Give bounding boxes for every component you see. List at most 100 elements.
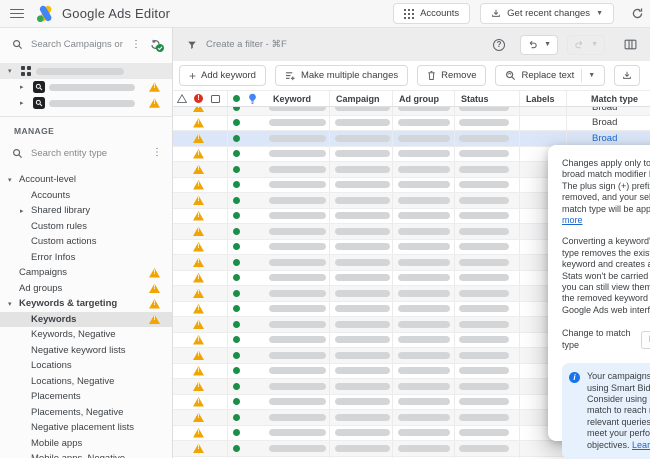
entity-type-search[interactable]: Search entity type ⋮ — [0, 138, 172, 168]
redacted-adgroup — [398, 336, 450, 343]
sidebar-nav-item[interactable]: Locations, Negative — [0, 374, 172, 390]
export-button[interactable] — [614, 65, 640, 86]
redacted-campaign — [335, 197, 390, 204]
match-type-cell: Broad — [592, 117, 617, 128]
get-recent-changes-button[interactable]: Get recent changes ▼ — [480, 3, 614, 24]
sidebar-nav-item[interactable]: ▾ Account-level — [0, 172, 172, 188]
warnings-column-icon[interactable] — [173, 94, 190, 103]
sidebar-nav-item[interactable]: Accounts — [0, 188, 172, 204]
make-multiple-changes-button[interactable]: Make multiple changes — [275, 65, 408, 86]
sidebar-nav-item[interactable]: Placements — [0, 389, 172, 405]
enabled-status-icon — [233, 150, 240, 157]
table-row[interactable]: Broad — [173, 116, 650, 132]
replace-search-icon — [505, 70, 516, 81]
accounts-button[interactable]: Accounts — [393, 3, 470, 24]
columns-icon[interactable] — [618, 35, 642, 55]
redacted-campaign — [335, 107, 390, 111]
redacted-status — [459, 119, 509, 126]
nav-item-label: Mobile apps — [31, 438, 82, 449]
sidebar-nav-item[interactable]: ▸ Shared library — [0, 203, 172, 219]
replace-text-button[interactable]: Replace text ▼ — [495, 65, 605, 86]
enabled-status-icon — [233, 290, 240, 297]
errors-column-icon[interactable]: ! — [190, 94, 207, 103]
account-item[interactable]: ▸ — [0, 79, 172, 95]
column-header-adgroup[interactable]: Ad group — [393, 94, 439, 104]
warning-icon — [193, 351, 204, 361]
table-row[interactable]: Broad — [173, 107, 650, 116]
sidebar-nav-item[interactable]: Custom actions — [0, 234, 172, 250]
add-keyword-button[interactable]: + Add keyword — [179, 65, 266, 86]
sidebar-nav-item[interactable]: Error Infos — [0, 250, 172, 266]
search-icon — [12, 148, 23, 159]
enabled-status-icon — [233, 321, 240, 328]
sidebar-nav-item[interactable]: Ad groups — [0, 281, 172, 297]
match-type-cell: Broad — [592, 107, 617, 113]
warning-icon — [193, 107, 204, 112]
warning-icon — [193, 289, 204, 299]
column-header-campaign[interactable]: Campaign — [330, 94, 380, 104]
redacted-campaign — [335, 445, 390, 452]
warning-icon — [193, 273, 204, 283]
manage-section-label: MANAGE — [14, 126, 172, 136]
dialog-paragraph-1: Changes apply only to selected broad mat… — [562, 158, 650, 214]
redacted-status — [459, 181, 509, 188]
redacted-adgroup — [398, 290, 450, 297]
redacted-keyword — [269, 429, 326, 436]
sidebar-nav-item[interactable]: Locations — [0, 358, 172, 374]
redacted-campaign — [335, 367, 390, 374]
comments-column-icon[interactable] — [207, 95, 224, 103]
warning-icon — [149, 299, 160, 309]
grid-icon — [404, 9, 414, 19]
redacted-status — [459, 228, 509, 235]
column-header-keyword[interactable]: Keyword — [265, 94, 311, 104]
nav-item-label: Custom actions — [31, 236, 96, 247]
remove-button[interactable]: Remove — [417, 65, 486, 86]
account-root-item[interactable]: ▾ — [0, 63, 172, 79]
sidebar-nav-item[interactable]: Mobile apps, Negative — [0, 451, 172, 458]
chevron-down-icon: ▼ — [544, 41, 551, 48]
caret-right-icon: ▸ — [20, 99, 29, 107]
more-options-icon[interactable]: ⋮ — [152, 148, 162, 158]
nav-item-label: Accounts — [31, 190, 70, 201]
sidebar-nav-item[interactable]: Campaigns — [0, 265, 172, 281]
redacted-campaign — [335, 398, 390, 405]
sync-status-icon — [149, 38, 162, 51]
menu-icon[interactable] — [10, 9, 24, 19]
campaign-search[interactable]: Search Campaigns or... ⋮ — [0, 28, 172, 61]
redacted-adgroup — [398, 243, 450, 250]
redacted-adgroup — [398, 367, 450, 374]
redacted-keyword — [269, 305, 326, 312]
dialog-paragraph-2: Converting a keyword's match type remove… — [562, 236, 650, 316]
active-status-column-icon[interactable] — [228, 95, 244, 102]
redacted-campaign — [335, 274, 390, 281]
match-type-select[interactable]: Broad ▼ — [641, 331, 650, 349]
warning-icon — [193, 428, 204, 438]
sidebar-nav-item[interactable]: Negative keyword lists — [0, 343, 172, 359]
sidebar-nav-item[interactable]: Placements, Negative — [0, 405, 172, 421]
redacted-keyword — [269, 259, 326, 266]
sidebar-nav-item[interactable]: Keywords — [0, 312, 172, 328]
create-filter-label[interactable]: Create a filter - ⌘F — [206, 39, 484, 50]
account-item[interactable]: ▸ — [0, 95, 172, 111]
sidebar-nav-item[interactable]: Negative placement lists — [0, 420, 172, 436]
column-header-status[interactable]: Status — [455, 94, 489, 104]
more-options-icon[interactable]: ⋮ — [131, 40, 141, 50]
warning-icon — [193, 118, 204, 128]
account-tree: ▾ ▸ ▸ — [0, 61, 172, 111]
chevron-down-icon[interactable]: ▼ — [581, 69, 595, 82]
sidebar-nav-item[interactable]: Mobile apps — [0, 436, 172, 452]
column-header-labels[interactable]: Labels — [520, 94, 555, 104]
redacted-adgroup — [398, 119, 450, 126]
info-learn-more-link[interactable]: Learn more — [632, 440, 650, 450]
sidebar-nav-item[interactable]: Custom rules — [0, 219, 172, 235]
refresh-button[interactable] — [624, 3, 650, 24]
sidebar-nav-item[interactable]: ▾ Keywords & targeting — [0, 296, 172, 312]
help-icon[interactable]: ? — [493, 39, 505, 51]
warning-icon — [193, 196, 204, 206]
undo-button[interactable]: ▼ — [520, 35, 558, 55]
suggestions-column-icon[interactable] — [244, 93, 260, 105]
column-header-matchtype[interactable]: Match type — [591, 94, 638, 104]
sidebar-nav-item[interactable]: Keywords, Negative — [0, 327, 172, 343]
redacted-keyword — [269, 119, 326, 126]
redacted-status — [459, 414, 509, 421]
